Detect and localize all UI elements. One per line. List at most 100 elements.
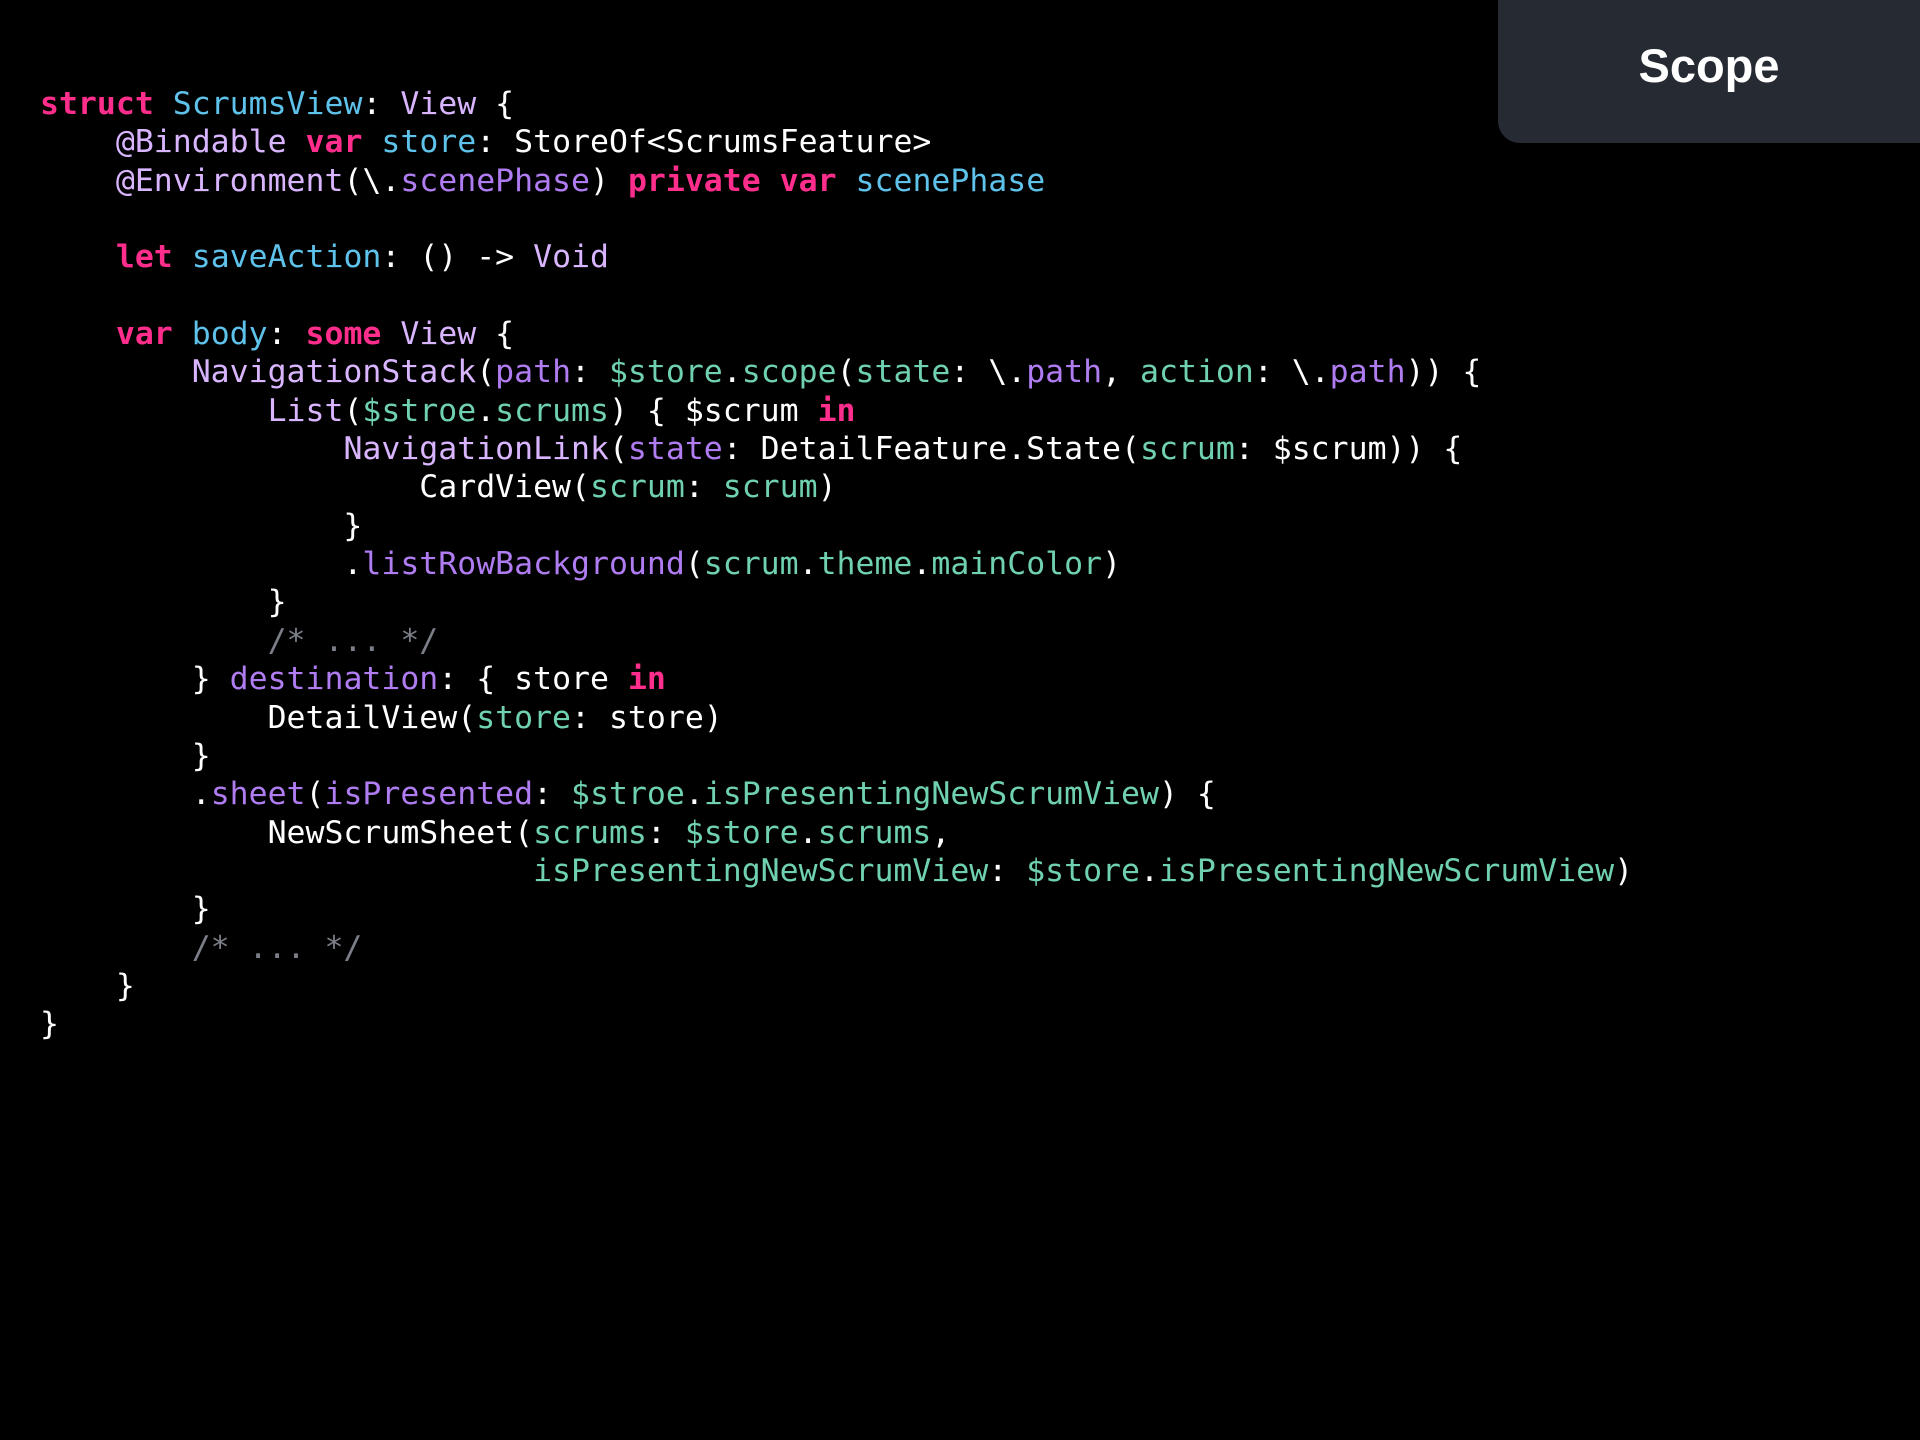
code-token: : $scrum)) {	[1234, 431, 1463, 468]
code-token: body	[191, 316, 268, 353]
code-token: scrums	[817, 814, 932, 851]
code-token: : () ->	[381, 239, 534, 276]
code-token: :	[684, 469, 723, 506]
code-token: var	[305, 124, 363, 161]
code-token: isPresentingNewScrumView	[533, 852, 989, 889]
code-token: )) {	[1405, 354, 1482, 391]
code-token: }	[40, 967, 135, 1004]
code-token: }	[40, 1006, 59, 1043]
code-token: (	[514, 814, 534, 851]
code-line: List($stroe.scrums) { $scrum in	[40, 392, 1633, 430]
code-line: NavigationLink(state: DetailFeature.Stat…	[40, 430, 1633, 468]
code-token: View	[400, 86, 477, 122]
code-token: scrums	[495, 392, 609, 429]
code-token: theme	[817, 546, 913, 583]
code-token: ,	[1102, 354, 1141, 391]
code-token: (	[343, 392, 363, 429]
code-token: $store	[608, 354, 723, 391]
code-token: scrums	[533, 814, 647, 851]
code-token: in	[627, 661, 666, 698]
code-token: :	[571, 354, 609, 391]
code-token: List	[267, 392, 344, 429]
code-token: (	[476, 354, 496, 391]
code-token: .	[722, 354, 742, 391]
code-line: NavigationStack(path: $store.scope(state…	[40, 353, 1633, 391]
code-token: NavigationLink	[343, 431, 609, 468]
code-token: ) {	[1158, 776, 1216, 813]
code-token: scrum	[1139, 431, 1235, 468]
code-token: struct	[40, 86, 154, 122]
code-line: } destination: { store in	[40, 660, 1633, 698]
code-token: isPresented	[324, 776, 534, 813]
code-token: action	[1140, 354, 1254, 391]
code-token: @Bindable	[115, 124, 287, 161]
code-token: isPresentingNewScrumView	[1158, 852, 1615, 889]
code-line: CardView(scrum: scrum)	[40, 468, 1633, 506]
code-block: struct ScrumsView: View { @Bindable var …	[40, 85, 1633, 1044]
code-token: : DetailFeature.State(	[722, 431, 1140, 468]
code-line: }	[40, 583, 1633, 621]
code-token: destination	[229, 661, 439, 698]
code-token: path	[495, 354, 572, 391]
code-token: :	[267, 316, 306, 353]
code-token: : { store	[438, 661, 628, 698]
code-token: : StoreOf<ScrumsFeature>	[476, 124, 932, 161]
code-token: isPresentingNewScrumView	[703, 776, 1159, 813]
code-line: }	[40, 737, 1633, 775]
code-token: : store)	[571, 699, 723, 736]
code-token: }	[40, 661, 230, 698]
code-token: CardView	[419, 469, 572, 506]
code-token: :	[988, 852, 1027, 889]
code-token: $stroe	[571, 776, 685, 813]
code-token: ) { $scrum	[608, 392, 818, 429]
code-token: sheet	[210, 776, 306, 813]
code-token: (	[684, 546, 704, 583]
code-token: }	[40, 584, 287, 621]
code-line: }	[40, 890, 1633, 928]
code-token: .	[684, 776, 704, 813]
code-token: in	[817, 392, 856, 429]
code-token: $stroe	[362, 392, 477, 429]
code-token: )	[817, 469, 837, 506]
code-token: store	[381, 124, 477, 161]
code-token: }	[40, 507, 363, 544]
code-token: (	[571, 469, 590, 506]
code-line: isPresentingNewScrumView: $store.isPrese…	[40, 852, 1633, 890]
code-token: :	[362, 86, 401, 122]
code-line: let saveAction: () -> Void	[40, 238, 1633, 276]
code-line: }	[40, 967, 1633, 1005]
code-token: :	[533, 776, 572, 813]
code-token: var	[779, 162, 837, 199]
code-token: scrum	[703, 546, 799, 583]
code-token: .	[798, 546, 818, 583]
code-token: scrum	[722, 469, 818, 506]
code-token: $store	[684, 814, 799, 851]
code-token: store	[476, 699, 572, 736]
code-token: some	[305, 316, 382, 353]
code-token: Void	[533, 239, 609, 276]
code-token: listRowBackground	[362, 546, 685, 583]
code-line: DetailView(store: store)	[40, 699, 1633, 737]
code-token: (	[457, 699, 477, 736]
code-token: NavigationStack	[191, 354, 477, 391]
code-line: }	[40, 507, 1633, 545]
code-token: path	[1026, 354, 1103, 391]
code-token: (	[836, 354, 856, 391]
code-token: .	[912, 546, 932, 583]
code-token: @Environment	[115, 162, 344, 199]
code-comment: /* ... */	[191, 929, 363, 966]
code-line: .listRowBackground(scrum.theme.mainColor…	[40, 545, 1633, 583]
